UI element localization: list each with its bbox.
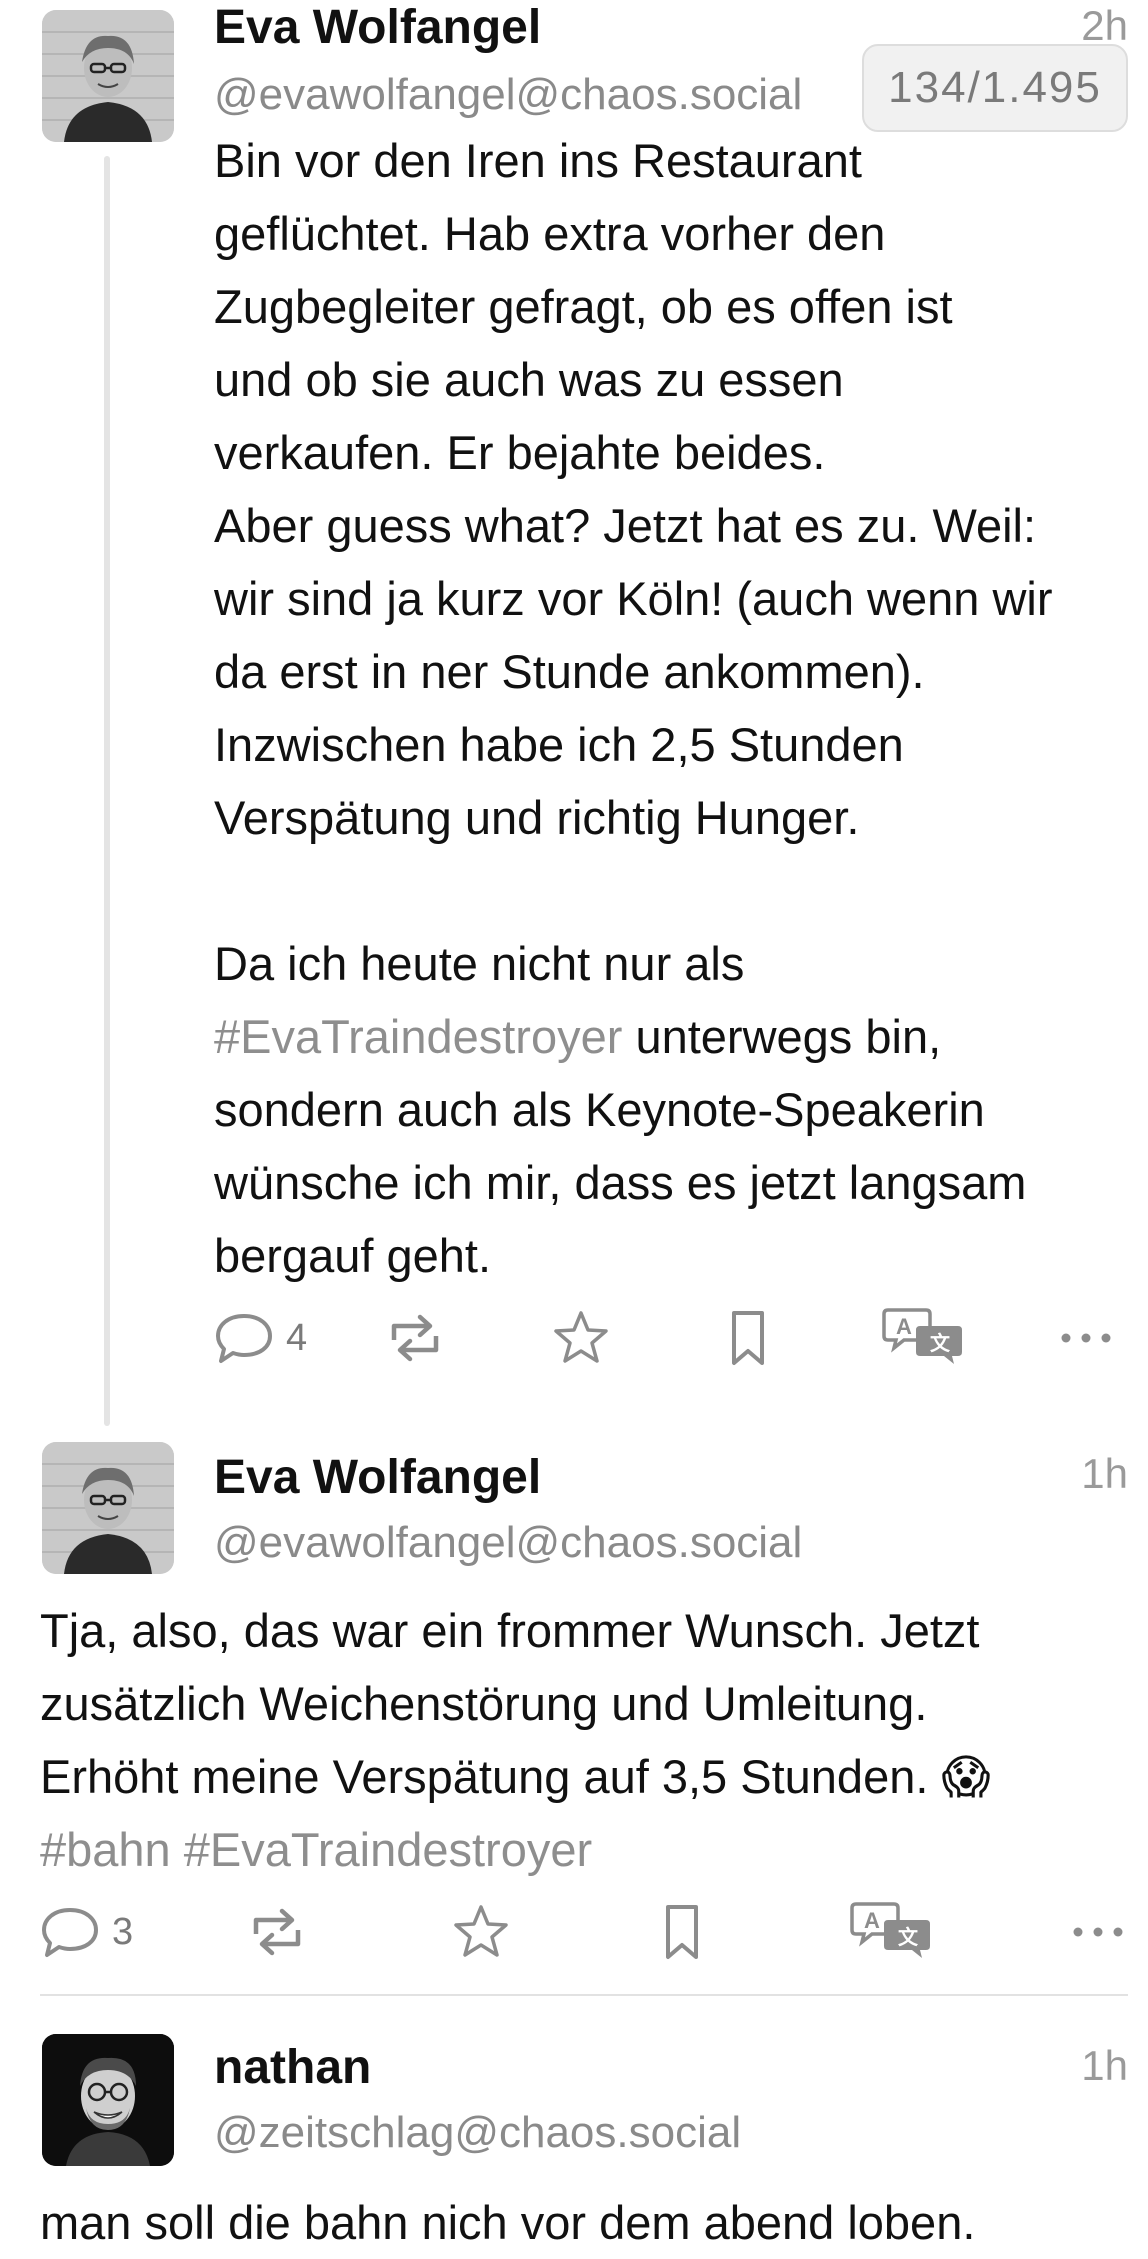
- reply-button[interactable]: 4: [214, 1298, 307, 1378]
- post-divider: [40, 1994, 1128, 1996]
- text-line: Da ich heute nicht nur als: [214, 937, 745, 990]
- post-content: Bin vor den Iren ins Restaurant geflücht…: [214, 124, 1052, 1292]
- hashtag-links[interactable]: #bahn #EvaTraindestroyer: [40, 1813, 990, 1886]
- reply-count: 3: [112, 1910, 134, 1953]
- text-line: Aber guess what? Jetzt hat es zu. Weil:: [214, 499, 1037, 552]
- text-fragment: Erhöht meine Verspätung auf 3,5 Stunden.: [40, 1750, 929, 1803]
- timeline: Eva Wolfangel 2h @evawolfangel@chaos.soc…: [0, 0, 1148, 2259]
- post-actions: 4 A 文: [214, 1298, 1128, 1378]
- author-name[interactable]: Eva Wolfangel: [214, 1450, 541, 1505]
- author-name[interactable]: nathan: [214, 2040, 371, 2095]
- avatar[interactable]: [42, 1442, 174, 1574]
- post-time: 1h: [1081, 2042, 1128, 2089]
- bookmark-icon: [666, 1905, 698, 1959]
- post-actions: 3 A 文: [40, 1892, 1128, 1972]
- more-button[interactable]: [1072, 1892, 1124, 1972]
- svg-text:文: 文: [898, 1925, 919, 1949]
- more-icon: [1061, 1333, 1111, 1343]
- text-line: Verspätung und richtig Hunger.: [214, 791, 860, 844]
- scroll-position-badge: 134/1.495: [862, 44, 1128, 132]
- text-line-with-hashtag: #EvaTraindestroyer unterwegs bin,: [214, 1000, 1052, 1073]
- post-time: 1h: [1081, 1450, 1128, 1497]
- boost-icon: [391, 1314, 439, 1362]
- favorite-button[interactable]: [550, 1298, 612, 1378]
- svg-text:A: A: [896, 1314, 912, 1339]
- text-line: Bin vor den Iren ins Restaurant: [214, 134, 862, 187]
- boost-button[interactable]: [246, 1892, 308, 1972]
- text-line: Zugbegleiter gefragt, ob es offen ist: [214, 280, 953, 333]
- reply-count: 4: [286, 1316, 308, 1359]
- bookmark-icon: [732, 1311, 764, 1365]
- more-icon: [1073, 1927, 1123, 1937]
- reply-icon: [42, 1908, 98, 1957]
- author-handle[interactable]: @evawolfangel@chaos.social: [214, 70, 802, 120]
- text-fragment: unterwegs bin,: [635, 1010, 942, 1063]
- svg-text:A: A: [864, 1908, 880, 1933]
- boost-icon: [253, 1908, 301, 1956]
- author-handle[interactable]: @evawolfangel@chaos.social: [214, 1518, 802, 1568]
- avatar[interactable]: [42, 10, 174, 142]
- author-handle[interactable]: @zeitschlag@chaos.social: [214, 2108, 741, 2158]
- svg-text:文: 文: [930, 1331, 951, 1355]
- favorite-icon: [554, 1311, 608, 1363]
- text-line: man soll die bahn nich vor dem abend lob…: [40, 2196, 976, 2249]
- bookmark-button[interactable]: [726, 1298, 770, 1378]
- hashtag-link[interactable]: #EvaTraindestroyer: [214, 1010, 622, 1063]
- reply-button[interactable]: 3: [40, 1892, 133, 1972]
- post-content: Tja, also, das war ein frommer Wunsch. J…: [40, 1594, 990, 1886]
- text-line: wir sind ja kurz vor Köln! (auch wenn wi…: [214, 572, 1053, 625]
- text-line: da erst in ner Stunde ankommen).: [214, 645, 925, 698]
- translate-icon: A 文: [850, 1902, 930, 1958]
- more-button[interactable]: [1060, 1298, 1112, 1378]
- text-line: Tja, also, das war ein frommer Wunsch. J…: [40, 1604, 980, 1657]
- translate-icon: A 文: [882, 1308, 962, 1364]
- thread-line: [104, 156, 110, 1426]
- author-name[interactable]: Eva Wolfangel: [214, 0, 541, 55]
- post-time: 2h: [1081, 2, 1128, 49]
- text-line: geflüchtet. Hab extra vorher den: [214, 207, 886, 260]
- reply-icon: [216, 1314, 272, 1363]
- text-line: bergauf geht.: [214, 1229, 491, 1282]
- translate-button[interactable]: A 文: [882, 1298, 966, 1378]
- bookmark-button[interactable]: [660, 1892, 704, 1972]
- favorite-icon: [454, 1905, 508, 1957]
- text-line: verkaufen. Er bejahte beides.: [214, 426, 826, 479]
- avatar-eva-image: [42, 1442, 174, 1574]
- text-line: wünsche ich mir, dass es jetzt langsam: [214, 1156, 1027, 1209]
- favorite-button[interactable]: [450, 1892, 512, 1972]
- avatar-nathan-image: [42, 2034, 174, 2166]
- text-line: Inzwischen habe ich 2,5 Stunden: [214, 718, 904, 771]
- avatar-eva-image: [42, 10, 174, 142]
- translate-button[interactable]: A 文: [850, 1892, 934, 1972]
- avatar[interactable]: [42, 2034, 174, 2166]
- post-content: man soll die bahn nich vor dem abend lob…: [40, 2186, 975, 2259]
- text-line: und ob sie auch was zu essen: [214, 353, 844, 406]
- boost-button[interactable]: [384, 1298, 446, 1378]
- text-line-with-emoji: Erhöht meine Verspätung auf 3,5 Stunden.…: [40, 1740, 990, 1813]
- text-line: sondern auch als Keynote-Speakerin: [214, 1083, 985, 1136]
- emoji: 😱: [941, 1750, 991, 1803]
- text-line: zusätzlich Weichenstörung und Umleitung.: [40, 1677, 928, 1730]
